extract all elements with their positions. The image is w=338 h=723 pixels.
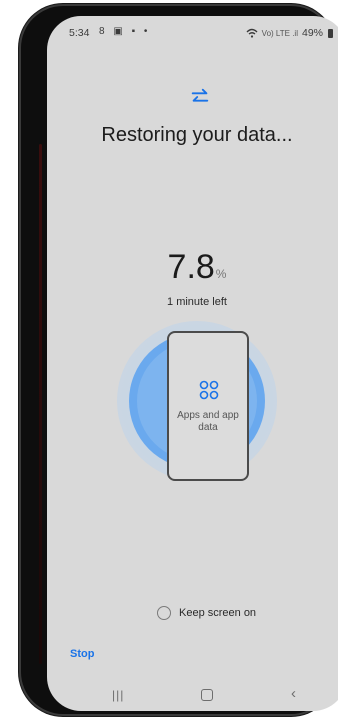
status-right-group: Vo) LTE .il 49% — [246, 27, 333, 39]
recent-apps-icon[interactable]: ||| — [112, 688, 124, 702]
status-time: 5:34 — [69, 27, 90, 39]
data-category-card: Apps and app data — [167, 331, 249, 481]
keep-screen-on-radio[interactable] — [157, 606, 171, 620]
time-remaining: 1 minute left — [167, 296, 227, 308]
progress-unit: % — [215, 267, 227, 281]
status-left-icons: 8 ▣ ▪ • — [99, 26, 151, 37]
back-icon[interactable]: ‹ — [291, 685, 296, 702]
navigation-bar: ||| ‹ — [47, 681, 338, 711]
keep-screen-on-option[interactable]: Keep screen on — [157, 606, 256, 620]
swap-arrows-icon — [191, 88, 209, 102]
progress-percent: 7.8% — [47, 248, 338, 287]
keep-screen-on-label: Keep screen on — [179, 607, 257, 619]
page-title: Restoring your data... — [101, 124, 293, 146]
card-label: Apps and app data — [177, 410, 239, 433]
apps-grid-icon — [199, 380, 219, 400]
status-bar: 5:34 8 ▣ ▪ • Vo) LTE .il 49% — [47, 16, 338, 46]
home-icon[interactable] — [201, 689, 213, 701]
signal-text: Vo) LTE .il — [261, 28, 298, 38]
battery-percent: 49% — [301, 27, 323, 39]
phone-frame: 5:34 8 ▣ ▪ • Vo) LTE .il 49% Restoring y… — [19, 4, 338, 716]
phone-side-accent — [39, 144, 42, 664]
phone-screen: 5:34 8 ▣ ▪ • Vo) LTE .il 49% Restoring y… — [47, 16, 338, 711]
wifi-icon — [246, 28, 258, 38]
stop-button[interactable]: Stop — [70, 648, 94, 660]
battery-icon — [328, 28, 333, 38]
progress-number: 7.8 — [167, 248, 215, 286]
